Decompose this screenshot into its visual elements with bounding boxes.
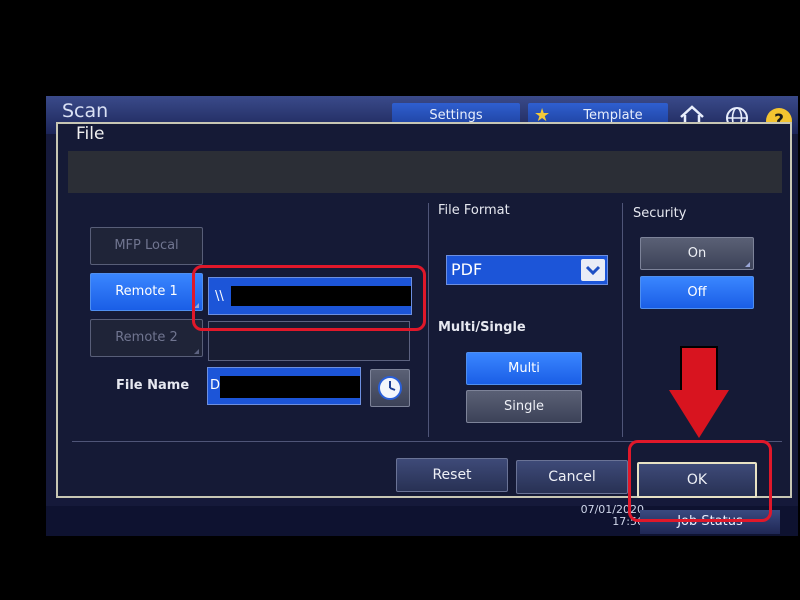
remote-2-button[interactable]: Remote 2 <box>90 319 203 357</box>
file-format-select[interactable]: PDF <box>446 255 608 285</box>
security-on-button[interactable]: On <box>640 237 754 270</box>
multi-label: Multi <box>508 361 540 376</box>
clock-icon <box>378 376 402 400</box>
security-off-button[interactable]: Off <box>640 276 754 309</box>
cancel-button[interactable]: Cancel <box>516 460 628 494</box>
remote-1-button[interactable]: Remote 1 <box>90 273 203 311</box>
scan-title: Scan <box>62 100 109 122</box>
multi-single-label: Multi/Single <box>438 320 526 335</box>
single-label: Single <box>504 399 544 414</box>
corner-indicator-icon <box>194 349 199 354</box>
file-name-field[interactable]: D <box>207 367 361 405</box>
multi-button[interactable]: Multi <box>466 352 582 385</box>
cancel-label: Cancel <box>548 469 596 485</box>
remote-1-label: Remote 1 <box>115 284 178 299</box>
security-off-label: Off <box>687 285 707 300</box>
file-name-label: File Name <box>116 378 190 393</box>
security-on-label: On <box>687 246 707 261</box>
security-label: Security <box>633 206 687 221</box>
mfp-local-label: MFP Local <box>114 238 179 253</box>
remote-2-label: Remote 2 <box>115 330 178 345</box>
single-button[interactable]: Single <box>466 390 582 423</box>
file-format-value: PDF <box>451 260 483 279</box>
red-arrow-head-icon <box>669 390 729 438</box>
redacted-file-name <box>220 376 360 398</box>
column-divider <box>428 203 429 437</box>
highlight-remote-path <box>192 265 426 331</box>
file-name-history-button[interactable] <box>370 369 410 407</box>
highlight-ok-button <box>628 440 772 522</box>
reset-label: Reset <box>432 467 472 483</box>
corner-indicator-icon <box>745 262 750 267</box>
mfp-local-button[interactable]: MFP Local <box>90 227 203 265</box>
dialog-header-band <box>68 151 782 193</box>
chevron-down-icon <box>581 259 605 281</box>
reset-button[interactable]: Reset <box>396 458 508 492</box>
file-name-prefix: D <box>210 378 221 393</box>
column-divider <box>622 203 623 437</box>
red-arrow-icon <box>680 346 718 394</box>
dialog-title: File <box>76 124 105 144</box>
template-tab-label: Template <box>583 108 643 123</box>
file-format-label: File Format <box>438 203 510 218</box>
